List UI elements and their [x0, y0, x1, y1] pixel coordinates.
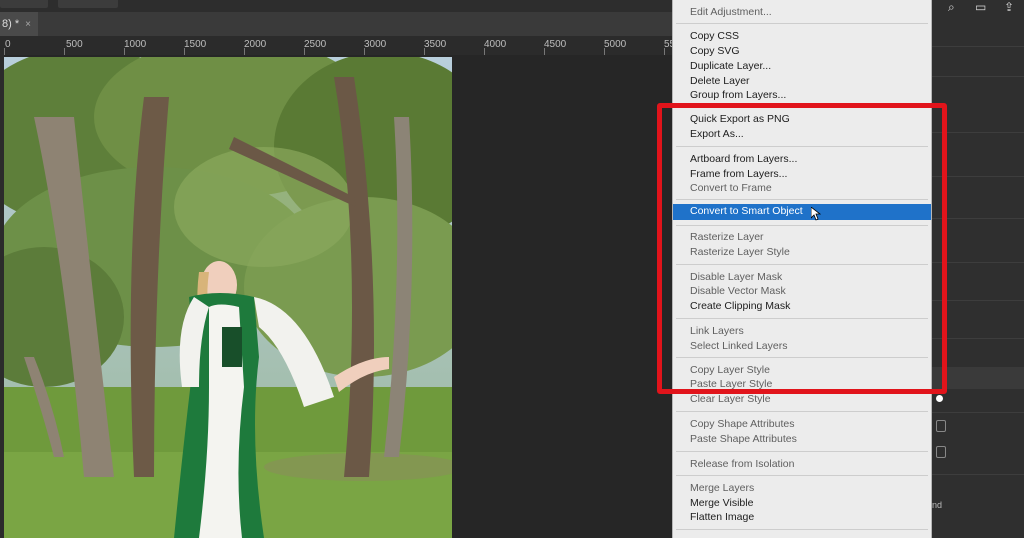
ruler-label: 1000 — [124, 39, 147, 50]
toolbar-button[interactable] — [58, 0, 118, 8]
menu-separator — [676, 411, 928, 412]
menu-item-copy-svg[interactable]: Copy SVG — [690, 45, 740, 57]
share-icon[interactable]: ⇪ — [1004, 0, 1014, 14]
photo-illustration — [4, 57, 452, 538]
menu-separator — [676, 529, 928, 530]
ruler-label: 3500 — [424, 39, 447, 50]
ruler-label: 2000 — [244, 39, 267, 50]
ruler-label: 5000 — [604, 39, 627, 50]
mouse-cursor-icon — [811, 207, 821, 221]
ruler-label: 1500 — [184, 39, 207, 50]
menu-item-duplicate-layer[interactable]: Duplicate Layer... — [690, 60, 771, 72]
document-tab[interactable]: 8) * × — [0, 12, 38, 36]
menu-item-copy-shape-attributes[interactable]: Copy Shape Attributes — [690, 418, 794, 430]
menu-separator — [676, 23, 928, 24]
close-icon[interactable]: × — [25, 19, 31, 30]
document-tab-bar — [0, 12, 672, 36]
annotation-highlight-box — [657, 103, 947, 394]
menu-item-delete-layer[interactable]: Delete Layer — [690, 75, 750, 87]
menu-separator — [676, 475, 928, 476]
ruler-label: 0 — [5, 39, 11, 50]
menu-separator — [676, 451, 928, 452]
menu-item-merge-visible[interactable]: Merge Visible — [690, 497, 753, 509]
menu-item-release-from-isolation[interactable]: Release from Isolation — [690, 458, 794, 470]
search-icon[interactable]: ⌕ — [948, 0, 955, 15]
menu-item-paste-shape-attributes[interactable]: Paste Shape Attributes — [690, 433, 797, 445]
canvas-photo[interactable] — [4, 57, 452, 538]
menu-item-clear-layer-style[interactable]: Clear Layer Style — [690, 393, 771, 405]
chevron-down-icon[interactable] — [936, 446, 946, 458]
horizontal-ruler: 0 500 1000 1500 2000 2500 3000 3500 4000… — [0, 36, 675, 56]
window-icon[interactable]: ▭ — [975, 0, 986, 14]
right-panel-label: nd — [932, 500, 943, 510]
menu-item-copy-css[interactable]: Copy CSS — [690, 30, 739, 42]
menu-item-flatten-image[interactable]: Flatten Image — [690, 511, 754, 523]
menu-item-merge-layers[interactable]: Merge Layers — [690, 482, 754, 494]
ruler-label: 3000 — [364, 39, 387, 50]
menu-item-edit-adjustment[interactable]: Edit Adjustment... — [690, 6, 772, 18]
ruler-label: 4500 — [544, 39, 567, 50]
ruler-label: 2500 — [304, 39, 327, 50]
document-tab-title: 8) * — [2, 18, 20, 30]
toolbar-button[interactable] — [0, 0, 48, 8]
menu-item-group-from-layers[interactable]: Group from Layers... — [690, 89, 786, 101]
ruler-label: 500 — [66, 39, 83, 50]
radio-icon[interactable] — [936, 395, 943, 402]
chevron-down-icon[interactable] — [936, 420, 946, 432]
ruler-label: 4000 — [484, 39, 507, 50]
